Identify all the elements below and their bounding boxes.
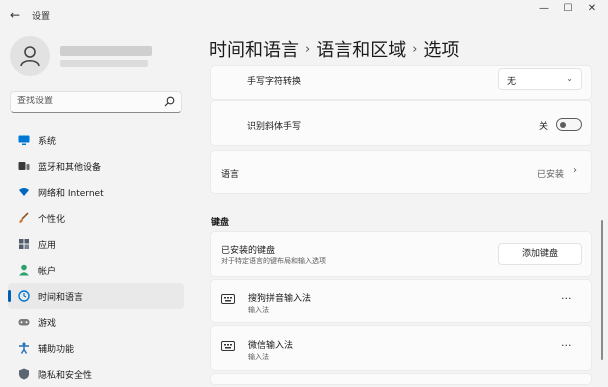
installed-keyboards-subtitle: 对于特定语言的键布局和输入选项	[221, 257, 326, 265]
sidebar-item-label: 隐私和安全性	[38, 371, 93, 381]
bluetooth-devices-icon	[18, 162, 30, 170]
title-bar: ← 设置 — ☐ ✕	[0, 0, 608, 32]
keyboard-icon	[221, 294, 235, 304]
language-card[interactable]: 语言	[211, 151, 591, 193]
apps-icon	[19, 239, 29, 249]
breadcrumb-separator: ›	[412, 42, 418, 57]
keyboard-type: 输入法	[248, 306, 269, 314]
sidebar-item-label: 个性化	[38, 215, 66, 225]
sidebar-item-bluetooth[interactable]: 蓝牙和其他设备	[8, 153, 184, 179]
more-options-button[interactable]: ···	[561, 339, 572, 352]
sidebar-item-label: 网络和 Internet	[38, 189, 104, 199]
user-name-redacted	[60, 46, 152, 56]
search-box[interactable]	[10, 91, 182, 113]
close-button[interactable]: ✕	[580, 2, 604, 16]
sidebar-item-label: 时间和语言	[38, 293, 84, 303]
chevron-right-icon: ›	[573, 165, 577, 176]
keyboard-item-sogou[interactable]: 搜狗拼音输入法 输入法	[211, 280, 591, 322]
keyboard-section-header: 键盘	[211, 218, 230, 228]
breadcrumb-time-language[interactable]: 时间和语言	[209, 36, 299, 62]
search-input[interactable]	[17, 96, 157, 106]
brush-icon	[19, 212, 29, 223]
minimize-button[interactable]: —	[532, 2, 556, 16]
person-icon	[20, 46, 40, 67]
keyboard-name: 微信输入法	[248, 341, 294, 351]
sidebar-item-label: 游戏	[38, 319, 57, 329]
window-title: 设置	[32, 12, 51, 22]
sidebar-item-label: 蓝牙和其他设备	[38, 163, 102, 173]
keyboard-item-partial[interactable]	[211, 374, 591, 384]
handwriting-dropdown-value: 无	[507, 77, 517, 87]
wifi-icon	[19, 188, 29, 196]
italic-toggle[interactable]	[556, 118, 582, 131]
shield-icon	[19, 368, 29, 380]
sidebar-item-apps[interactable]: 应用	[8, 231, 184, 257]
sidebar-item-accounts[interactable]: 帐户	[8, 257, 184, 283]
sidebar-item-label: 辅助功能	[38, 345, 75, 355]
avatar[interactable]	[10, 36, 50, 76]
sidebar-nav: 系统 蓝牙和其他设备 网络和 Internet 个性化 应用 帐户 时间和语言 …	[8, 127, 184, 387]
italic-label: 识别斜体手写	[247, 122, 302, 132]
maximize-button[interactable]: ☐	[556, 2, 580, 16]
language-status: 已安装	[537, 170, 565, 180]
search-icon[interactable]	[164, 96, 175, 107]
toggle-knob	[560, 121, 566, 128]
active-indicator	[8, 290, 11, 302]
sidebar-item-gaming[interactable]: 游戏	[8, 309, 184, 335]
sidebar-item-personalization[interactable]: 个性化	[8, 205, 184, 231]
sidebar-item-network[interactable]: 网络和 Internet	[8, 179, 184, 205]
scrollbar[interactable]	[601, 220, 603, 360]
sidebar-item-system[interactable]: 系统	[8, 127, 184, 153]
sidebar-item-label: 应用	[38, 241, 57, 251]
add-keyboard-button[interactable]: 添加键盘	[498, 243, 582, 265]
chevron-down-icon: ⌄	[566, 74, 573, 83]
keyboard-item-wechat[interactable]: 微信输入法 输入法	[211, 326, 591, 370]
breadcrumb-separator: ›	[305, 42, 311, 57]
globe-clock-icon	[18, 290, 30, 302]
installed-keyboards-title: 已安装的键盘	[221, 246, 276, 256]
user-email-redacted	[60, 60, 148, 67]
sidebar-item-time-language[interactable]: 时间和语言	[8, 283, 184, 309]
sidebar-item-label: 系统	[38, 137, 57, 147]
more-options-button[interactable]: ···	[561, 292, 572, 305]
breadcrumb-language-region[interactable]: 语言和区域	[316, 36, 406, 62]
sidebar-item-accessibility[interactable]: 辅助功能	[8, 335, 184, 361]
breadcrumb-options: 选项	[423, 40, 460, 61]
account-icon	[19, 264, 29, 276]
gamepad-icon	[18, 319, 30, 326]
keyboard-name: 搜狗拼音输入法	[248, 294, 312, 304]
language-label: 语言	[221, 170, 240, 180]
handwriting-label: 手写字符转换	[247, 77, 302, 87]
keyboard-icon	[221, 341, 235, 351]
back-arrow-icon[interactable]: ←	[10, 8, 20, 22]
toggle-state-label: 关	[539, 122, 549, 132]
italic-handwriting-card: 识别斜体手写	[211, 101, 591, 145]
breadcrumb: 时间和语言 › 语言和区域 › 选项	[209, 36, 459, 62]
monitor-icon	[18, 135, 30, 145]
handwriting-dropdown[interactable]: 无 ⌄	[498, 68, 582, 90]
keyboard-type: 输入法	[248, 353, 269, 361]
accessibility-icon	[19, 342, 29, 354]
sidebar-item-label: 帐户	[38, 267, 57, 277]
sidebar-item-privacy[interactable]: 隐私和安全性	[8, 361, 184, 387]
